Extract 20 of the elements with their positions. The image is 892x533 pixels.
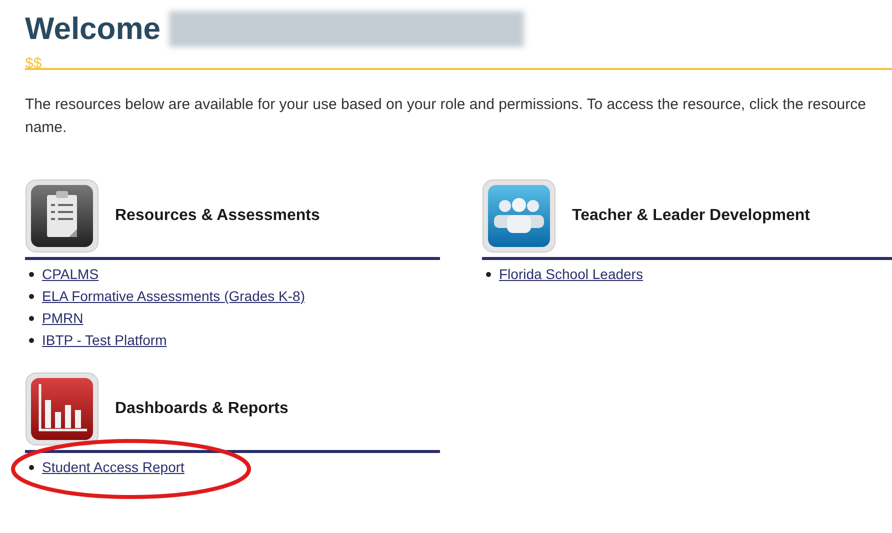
intro-text: The resources below are available for your use based on your role and permissions. To access the resource, click the resource name.	[25, 94, 867, 138]
section-title: Teacher & Leader Development	[572, 206, 810, 226]
resource-link[interactable]: IBTP - Test Platform	[42, 330, 167, 351]
resource-link[interactable]: ELA Formative Assessments (Grades K-8)	[42, 286, 305, 307]
section-title: Resources & Assessments	[115, 206, 320, 226]
currency-mark: $$	[25, 56, 42, 70]
resource-link[interactable]: PMRN	[42, 308, 84, 329]
bar-chart-icon	[25, 372, 99, 446]
bullet-icon	[29, 465, 34, 470]
welcome-title: Welcome	[25, 10, 161, 48]
bullet-icon	[486, 272, 491, 277]
resource-link[interactable]: CPALMS	[42, 264, 99, 285]
resource-link[interactable]: Florida School Leaders	[499, 264, 643, 285]
bullet-icon	[29, 338, 34, 343]
bullet-icon	[29, 316, 34, 321]
clipboard-icon	[25, 178, 99, 252]
bullet-icon	[29, 294, 34, 299]
section-title: Dashboards & Reports	[115, 398, 288, 418]
bullet-icon	[29, 272, 34, 277]
people-icon	[482, 178, 556, 252]
